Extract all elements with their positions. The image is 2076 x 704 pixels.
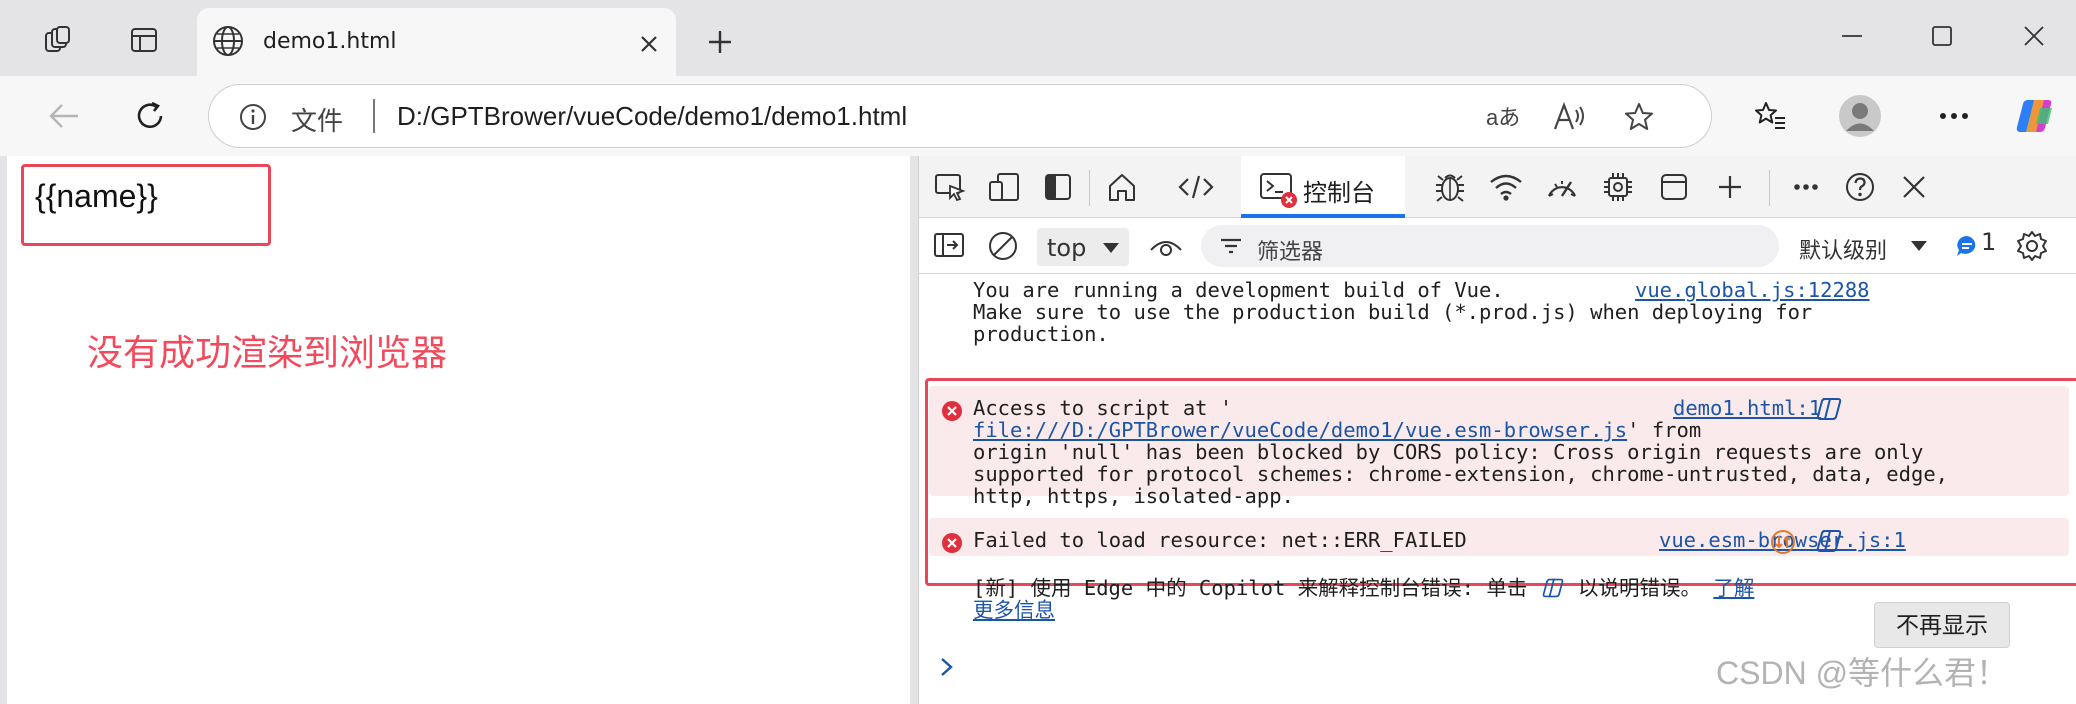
learn-more-link[interactable]: 更多信息: [973, 598, 1055, 622]
scheme-label: 文件: [291, 107, 344, 137]
translate-icon[interactable]: aあ: [1483, 97, 1523, 137]
more-menu-icon[interactable]: [1932, 94, 1976, 138]
live-expression-eye-icon[interactable]: [1149, 232, 1183, 260]
active-tab[interactable]: demo1.html: [197, 8, 676, 76]
message-line: [新] 使用 Edge 中的 Copilot 来解释控制台错误: 单击 以说明错…: [973, 574, 1754, 603]
settings-gear-icon[interactable]: [2015, 229, 2049, 263]
tab-separator: [1769, 170, 1770, 206]
svg-text:aあ: aあ: [1486, 105, 1520, 130]
context-selector[interactable]: top: [1037, 228, 1129, 266]
info-icon[interactable]: [239, 103, 267, 131]
minimize-icon[interactable]: [1822, 16, 1882, 56]
filter-icon: [1219, 237, 1243, 255]
new-tab-icon[interactable]: [700, 22, 740, 62]
maximize-icon[interactable]: [1912, 16, 1972, 56]
console-message-info: You are running a development build of V…: [919, 276, 2076, 366]
toggle-sidebar-icon[interactable]: [933, 231, 965, 259]
inspect-element-icon[interactable]: [929, 166, 971, 208]
log-levels-dropdown[interactable]: 默认级别: [1799, 233, 1887, 265]
dock-side-icon[interactable]: [1037, 166, 1079, 208]
copilot-explain-icon: [1540, 577, 1566, 599]
application-panel-icon[interactable]: [1653, 166, 1695, 208]
chevron-down-icon[interactable]: [1909, 240, 1929, 252]
message-line: 更多信息: [973, 596, 1055, 625]
profile-avatar-icon[interactable]: [1838, 94, 1882, 138]
favorites-icon[interactable]: [1748, 94, 1792, 138]
learn-more-link[interactable]: 了解: [1713, 576, 1754, 600]
hint-text: 以说明错误。: [1578, 576, 1702, 600]
favorite-star-icon[interactable]: [1619, 97, 1659, 137]
tab-separator: [1089, 170, 1090, 206]
workspaces-icon[interactable]: [36, 18, 80, 62]
page-viewport: {{name}} 没有成功渲染到浏览器: [0, 156, 910, 704]
network-wifi-icon[interactable]: [1485, 166, 1527, 208]
close-window-icon[interactable]: [2004, 16, 2064, 56]
message-bubble-icon: [1955, 234, 1979, 258]
devtools-panel: 控制台 top 筛选器 默认级别 1 You are running a dev…: [918, 156, 2076, 704]
url-text[interactable]: D:/GPTBrower/vueCode/demo1/demo1.html: [397, 101, 907, 132]
source-link[interactable]: vue.global.js:12288: [1635, 276, 1870, 305]
clear-console-icon[interactable]: [987, 230, 1019, 262]
context-value: top: [1047, 234, 1087, 262]
devtools-splitter[interactable]: [910, 156, 918, 704]
elements-code-icon[interactable]: [1175, 166, 1217, 208]
add-tool-plus-icon[interactable]: [1709, 166, 1751, 208]
highlight-box: [925, 378, 2076, 586]
address-bar[interactable]: 文件 D:/GPTBrower/vueCode/demo1/demo1.html…: [208, 84, 1712, 148]
globe-icon: [211, 24, 245, 58]
memory-chip-icon[interactable]: [1597, 166, 1639, 208]
read-aloud-icon[interactable]: [1549, 97, 1589, 137]
tab-console[interactable]: 控制台: [1241, 156, 1405, 218]
help-icon[interactable]: [1839, 166, 1881, 208]
console-filter-bar: top 筛选器 默认级别 1: [919, 218, 2076, 274]
dont-show-again-button[interactable]: 不再显示: [1874, 602, 2010, 648]
vertical-tabs-icon[interactable]: [122, 18, 166, 62]
copilot-icon[interactable]: [2014, 94, 2058, 138]
chevron-down-icon: [1101, 242, 1121, 254]
tab-title: demo1.html: [263, 29, 397, 54]
unrendered-template-text: {{name}}: [35, 178, 158, 214]
back-icon[interactable]: [42, 94, 86, 138]
message-count: 1: [1981, 228, 1997, 256]
console-output: You are running a development build of V…: [919, 274, 2076, 704]
filter-input[interactable]: 筛选器: [1201, 225, 1779, 267]
performance-gauge-icon[interactable]: [1541, 166, 1583, 208]
message-line: production.: [973, 322, 1109, 346]
hint-text: [新] 使用 Edge 中的 Copilot 来解释控制台错误: 单击: [973, 576, 1528, 600]
address-separator: [373, 99, 375, 133]
welcome-home-icon[interactable]: [1101, 166, 1143, 208]
watermark: CSDN @等什么君！: [1716, 655, 2009, 691]
sources-debug-bug-icon[interactable]: [1429, 166, 1471, 208]
close-tab-icon[interactable]: [631, 26, 667, 62]
annotation-text: 没有成功渲染到浏览器: [87, 333, 448, 374]
console-tab-label: 控制台: [1303, 179, 1375, 207]
devtools-tab-bar: 控制台: [919, 156, 2076, 218]
device-emulation-icon[interactable]: [983, 166, 1025, 208]
refresh-icon[interactable]: [128, 94, 172, 138]
filter-placeholder: 筛选器: [1257, 240, 1324, 265]
console-icon: [1259, 170, 1299, 210]
tab-strip: demo1.html: [0, 0, 2076, 76]
devtools-more-icon[interactable]: [1785, 166, 1827, 208]
console-prompt-chevron-icon[interactable]: [939, 656, 955, 678]
browser-toolbar: 文件 D:/GPTBrower/vueCode/demo1/demo1.html…: [0, 76, 2076, 156]
close-devtools-icon[interactable]: [1893, 166, 1935, 208]
